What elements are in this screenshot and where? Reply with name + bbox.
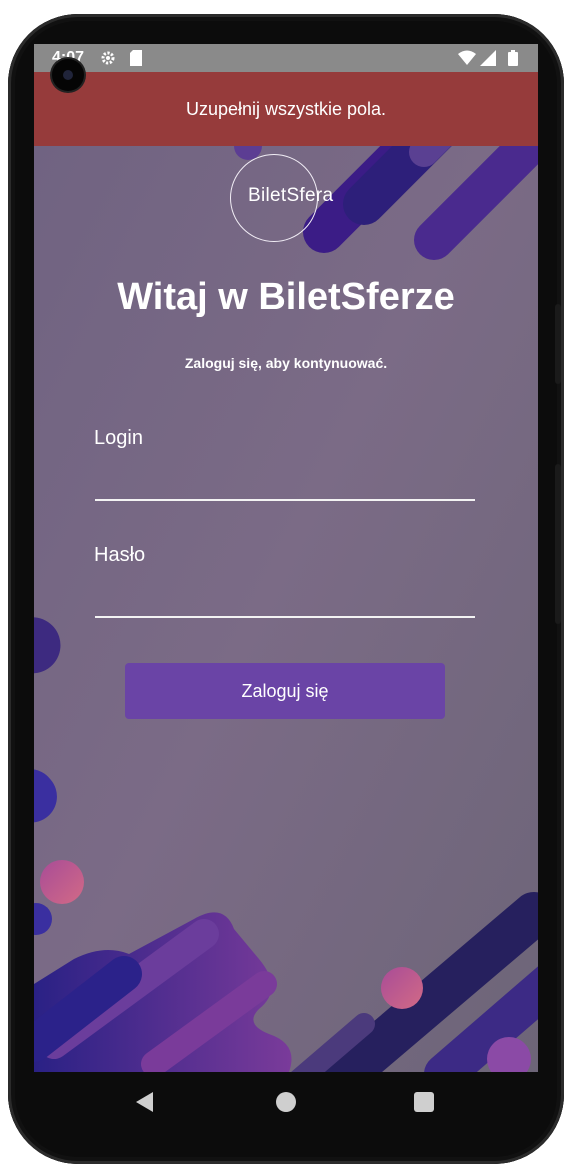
navigation-bar (34, 1072, 538, 1132)
password-input[interactable] (94, 579, 480, 615)
password-underline (95, 616, 475, 618)
wifi-icon (458, 50, 476, 71)
password-label: Hasło (94, 544, 146, 566)
sd-card-icon (130, 50, 142, 71)
login-underline (95, 499, 475, 501)
status-bar: 4:07 (34, 44, 538, 72)
back-triangle-icon[interactable] (136, 1092, 153, 1112)
app-logo: BiletSfera (248, 185, 334, 206)
error-snackbar: Uzupełnij wszystkie pola. (34, 72, 538, 146)
login-input[interactable] (94, 462, 480, 498)
page-subtitle: Zaloguj się, aby kontynuować. (184, 355, 388, 371)
login-label: Login (94, 427, 143, 449)
home-circle-icon[interactable] (276, 1092, 296, 1112)
snackbar-message: Uzupełnij wszystkie pola. (185, 98, 387, 119)
power-button (555, 304, 561, 384)
app-screen: 4:07 Uzupełnij wszystkie pola. BiletSfer… (34, 44, 538, 1072)
battery-icon (508, 50, 518, 71)
page-title: Witaj w BiletSferze (117, 276, 455, 318)
volume-button (555, 464, 561, 624)
signal-icon (480, 50, 496, 71)
recents-square-icon[interactable] (414, 1092, 434, 1112)
front-camera (52, 59, 84, 91)
gear-icon (100, 50, 116, 71)
login-button[interactable]: Zaloguj się (125, 663, 445, 719)
